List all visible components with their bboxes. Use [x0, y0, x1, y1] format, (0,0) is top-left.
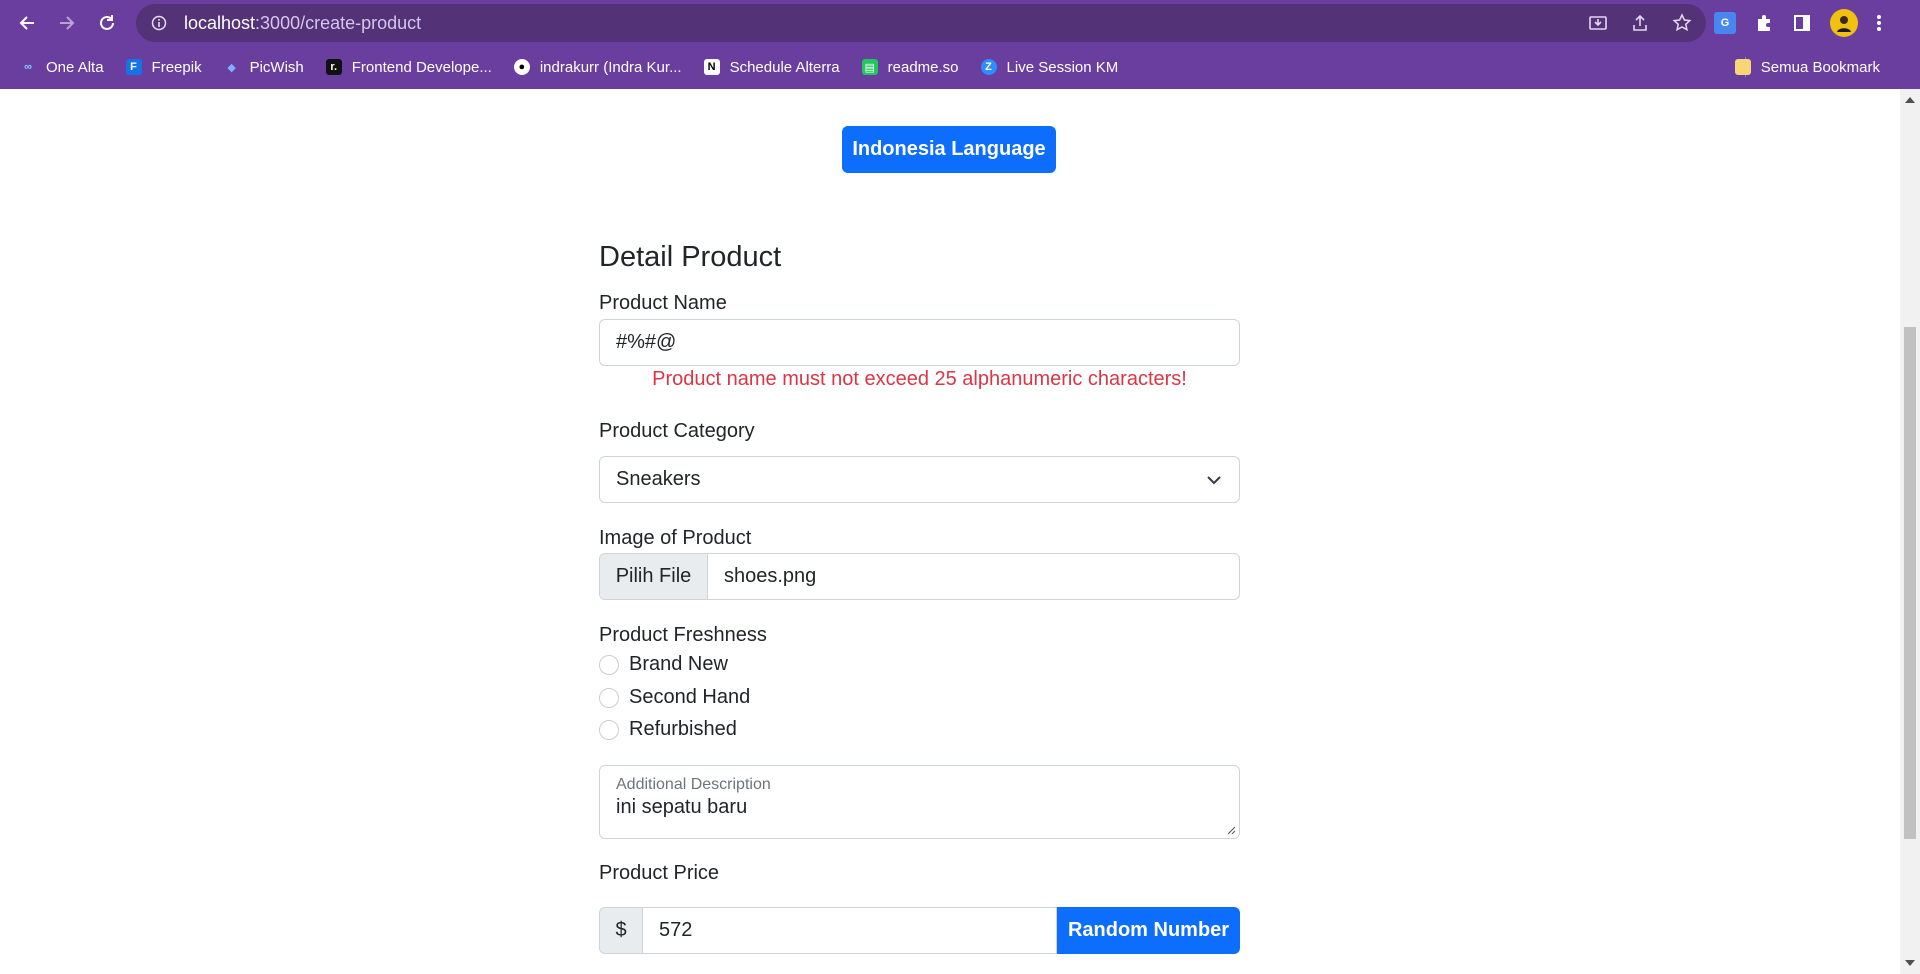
- freshness-option-refurbished[interactable]: Refurbished: [599, 718, 737, 741]
- back-button[interactable]: [7, 3, 47, 43]
- address-bar[interactable]: localhost:3000/create-product: [136, 4, 1706, 42]
- scroll-down-arrow-icon[interactable]: [1905, 960, 1915, 966]
- page-scrollbar[interactable]: [1900, 89, 1920, 974]
- bookmark-freepik[interactable]: F Freepik: [125, 59, 202, 76]
- file-name: shoes.png: [724, 565, 817, 587]
- chevron-down-icon: [1207, 476, 1221, 485]
- additional-description-textarea[interactable]: Additional Description ini sepatu baru: [599, 765, 1240, 839]
- back-arrow-icon: [19, 16, 34, 30]
- install-app-icon[interactable]: [1588, 13, 1608, 33]
- zoom-icon: Z: [980, 59, 997, 75]
- bookmark-github-indrakurr[interactable]: ● indrakurr (Indra Kur...: [513, 59, 682, 76]
- bookmark-live-session-km[interactable]: Z Live Session KM: [980, 59, 1118, 76]
- product-category-value: Sneakers: [616, 468, 701, 490]
- github-icon: ●: [513, 59, 530, 75]
- freshness-option-second-hand[interactable]: Second Hand: [599, 686, 750, 709]
- description-value: ini sepatu baru: [616, 796, 748, 818]
- freepik-icon: F: [125, 59, 142, 75]
- folder-icon: [1734, 59, 1751, 75]
- bookmark-star-icon[interactable]: [1672, 13, 1692, 33]
- product-category-select[interactable]: Sneakers: [599, 456, 1240, 503]
- side-panel-icon[interactable]: [1792, 13, 1812, 33]
- readme-icon: ▤: [861, 59, 878, 75]
- scrollbar-thumb[interactable]: [1904, 327, 1916, 839]
- extensions-area: G: [1714, 4, 1882, 42]
- site-info-icon[interactable]: [150, 14, 168, 32]
- bookmarks-bar: ∞ One Alta F Freepik ◆ PicWish r. Frontend D…: [0, 48, 1920, 86]
- profile-avatar[interactable]: [1830, 9, 1858, 37]
- page-viewport: Indonesia Language Detail Product Produc…: [0, 89, 1900, 974]
- resize-handle-icon[interactable]: [1226, 825, 1236, 835]
- all-bookmarks-button[interactable]: Semua Bookmark: [1734, 48, 1880, 86]
- price-input-group: $ 572 Random Number: [599, 907, 1240, 954]
- picwish-icon: ◆: [227, 61, 236, 74]
- bookmark-one-alta[interactable]: ∞ One Alta: [20, 59, 103, 76]
- product-name-error: Product name must not exceed 25 alphanum…: [652, 368, 1187, 390]
- radio-button[interactable]: [599, 687, 619, 708]
- scroll-up-arrow-icon[interactable]: [1905, 97, 1915, 103]
- bookmark-readme-so[interactable]: ▤ readme.so: [861, 59, 959, 76]
- forward-button[interactable]: [47, 3, 87, 43]
- price-input[interactable]: 572: [642, 907, 1057, 954]
- product-category-label: Product Category: [599, 420, 755, 442]
- puzzle-extensions-icon[interactable]: [1754, 13, 1774, 33]
- image-file-input[interactable]: Pilih File shoes.png: [599, 553, 1240, 600]
- browser-chrome: localhost:3000/create-product G ∞ One Alt…: [0, 0, 1920, 89]
- product-name-label: Product Name: [599, 292, 727, 314]
- random-number-button[interactable]: Random Number: [1057, 907, 1240, 954]
- bookmark-schedule-alterra[interactable]: N Schedule Alterra: [703, 59, 840, 76]
- choose-file-button[interactable]: Pilih File: [600, 554, 708, 599]
- reload-button[interactable]: [87, 3, 127, 43]
- address-bar-actions: [1588, 4, 1692, 42]
- translate-extension-icon[interactable]: G: [1714, 12, 1736, 34]
- image-label: Image of Product: [599, 527, 752, 549]
- url-text: localhost:3000/create-product: [184, 12, 422, 33]
- bookmark-picwish[interactable]: ◆ PicWish: [224, 59, 303, 76]
- share-icon[interactable]: [1630, 13, 1650, 33]
- radio-button[interactable]: [599, 654, 619, 675]
- alta-icon: ∞: [24, 61, 32, 73]
- indonesia-language-button[interactable]: Indonesia Language: [842, 126, 1056, 173]
- bookmark-frontend-developer[interactable]: r. Frontend Develope...: [325, 59, 492, 76]
- freshness-option-brand-new[interactable]: Brand New: [599, 653, 728, 676]
- notion-icon: N: [703, 59, 720, 75]
- forward-arrow-icon: [60, 16, 75, 30]
- currency-prefix: $: [599, 907, 642, 954]
- browser-menu-icon[interactable]: [1876, 13, 1882, 33]
- roadmap-icon: r.: [325, 59, 342, 75]
- product-name-input[interactable]: #%#@: [599, 319, 1240, 366]
- reload-icon: [100, 15, 114, 30]
- description-floating-label: Additional Description: [616, 776, 771, 793]
- radio-button[interactable]: [599, 719, 619, 740]
- product-price-label: Product Price: [599, 862, 720, 884]
- form-title: Detail Product: [599, 241, 782, 273]
- freshness-label: Product Freshness: [599, 624, 767, 646]
